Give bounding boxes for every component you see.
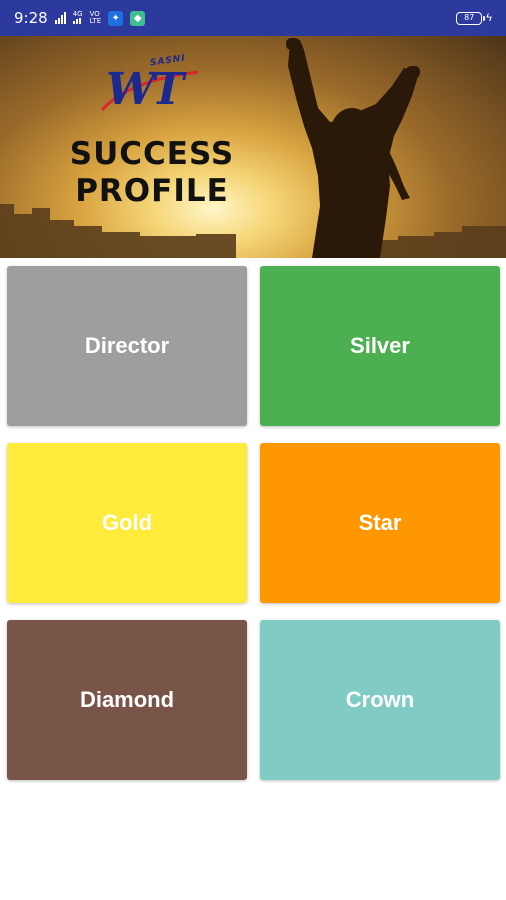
battery-icon: 87 [456,11,486,25]
tile-gold[interactable]: Gold [7,443,247,603]
tile-crown[interactable]: Crown [260,620,500,780]
tile-diamond[interactable]: Diamond [7,620,247,780]
tile-silver[interactable]: Silver [260,266,500,426]
banner-title-line-2: PROFILE [75,173,229,209]
status-time: 9:28 [14,9,48,27]
network-type-label: 4G [72,9,83,18]
charging-icon: ϟ [486,12,492,24]
app-notification-icon: ✦ [108,10,124,26]
chat-notification-icon: ◆ [130,10,146,26]
tile-star[interactable]: Star [260,443,500,603]
logo-letters: WT [106,64,184,115]
signal-icon [54,12,66,24]
volte-label-2: LTE [89,17,102,25]
status-bar: 9:28 4G VO LTE ✦ ◆ 87 ϟ [0,0,506,36]
network-type-icon: 4G [72,9,83,26]
profile-grid: Director Silver Gold Star Diamond Crown [7,266,501,780]
banner-title-line-1: SUCCESS [69,136,235,172]
volte-icon: VO LTE [90,11,102,25]
tile-director[interactable]: Director [7,266,247,426]
success-profile-banner: SASNI WT SUCCESS PROFILE [0,36,506,258]
banner-title: SUCCESS PROFILE [52,136,252,210]
